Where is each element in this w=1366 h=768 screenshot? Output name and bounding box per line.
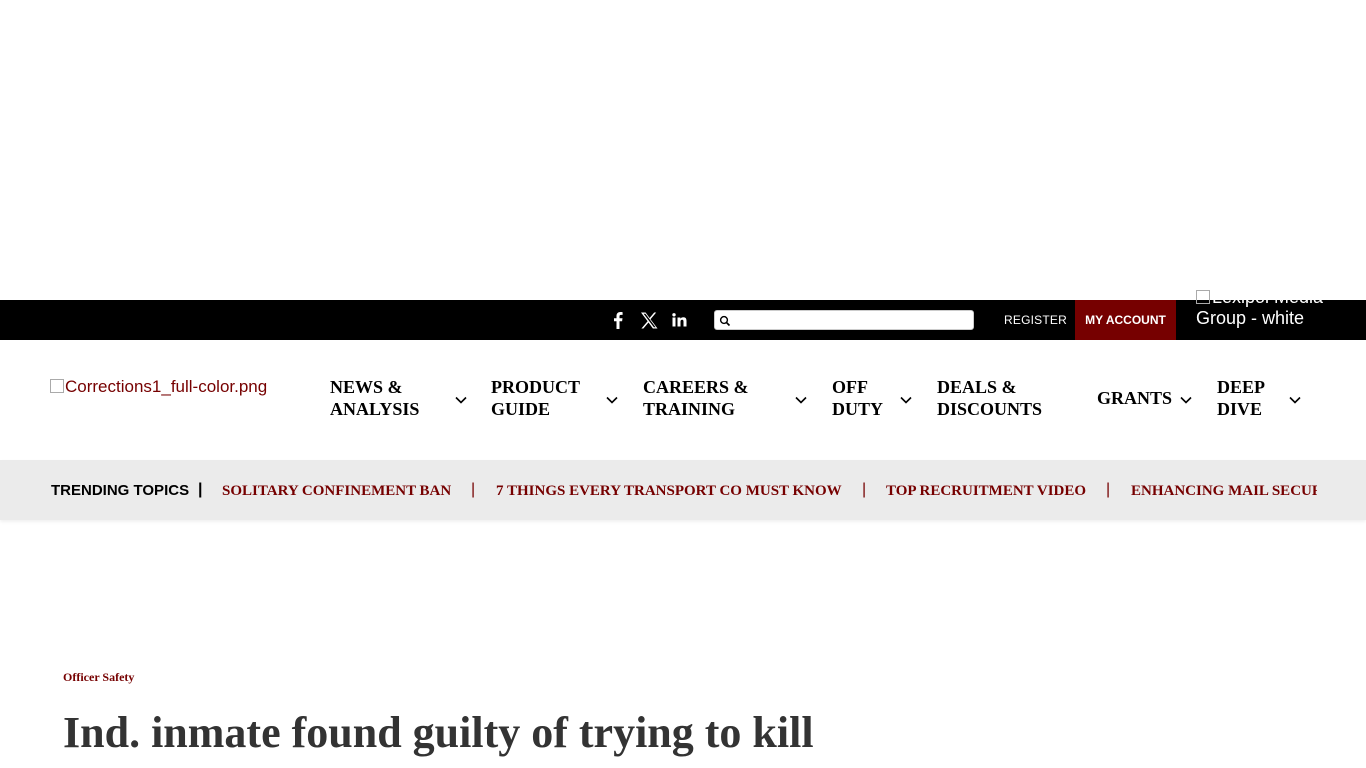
lexipol-logo-alt-text: Lexipol Media Group - white [1196, 287, 1324, 328]
chevron-down-icon[interactable] [605, 394, 619, 406]
chevron-down-icon[interactable] [899, 394, 913, 406]
trending-topics-list: TRENDING TOPICS | SOLITARY CONFINEMENT B… [51, 460, 1317, 520]
nav-item-label: DISCOUNTS [937, 399, 1043, 419]
linkedin-icon[interactable] [669, 310, 689, 330]
chevron-down-icon[interactable] [454, 394, 468, 406]
trending-link[interactable]: ENHANCING MAIL SECURITY [1131, 483, 1317, 500]
chevron-down-icon[interactable] [794, 394, 808, 406]
chevron-down-icon[interactable] [1179, 394, 1193, 406]
separator: | [1106, 481, 1111, 498]
lexipol-media-group-logo[interactable]: Lexipol Media Group - white [1196, 287, 1336, 340]
separator: | [862, 481, 867, 498]
nav-item-careers-training[interactable]: CAREERS & TRAINING [643, 376, 749, 420]
broken-image-icon [1196, 290, 1210, 304]
trending-link[interactable]: 7 THINGS EVERY TRANSPORT CO MUST KNOW [496, 483, 842, 500]
nav-item-deep-dive[interactable]: DEEP DIVE [1217, 376, 1265, 420]
register-link[interactable]: REGISTER [1004, 300, 1067, 340]
nav-item-label: ANALYSIS [330, 399, 420, 419]
trending-link[interactable]: TOP RECRUITMENT VIDEO [886, 483, 1086, 500]
article-headline: Ind. inmate found guilty of trying to ki… [63, 708, 814, 757]
search-icon [719, 314, 731, 327]
nav-item-off-duty[interactable]: OFF DUTY [832, 376, 883, 420]
nav-item-product-guide[interactable]: PRODUCT GUIDE [491, 376, 580, 420]
nav-item-label: CAREERS & [643, 377, 749, 397]
site-logo-alt-text: Corrections1_full-color.png [65, 377, 268, 396]
trending-topics-label: TRENDING TOPICS [51, 482, 190, 499]
trending-link[interactable]: SOLITARY CONFINEMENT BAN [222, 483, 451, 500]
nav-item-label: TRAINING [643, 399, 736, 419]
nav-item-label: DEEP [1217, 377, 1266, 397]
article-category-link[interactable]: Officer Safety [63, 670, 134, 685]
facebook-icon[interactable] [608, 310, 628, 330]
my-account-button[interactable]: MY ACCOUNT [1075, 300, 1176, 340]
site-logo[interactable]: Corrections1_full-color.png [50, 377, 267, 397]
nav-item-grants[interactable]: GRANTS [1097, 387, 1172, 409]
nav-item-label: GUIDE [491, 399, 551, 419]
nav-item-label: DUTY [832, 399, 884, 419]
chevron-down-icon[interactable] [1288, 394, 1302, 406]
broken-image-icon [50, 379, 64, 393]
separator: | [471, 481, 476, 498]
nav-item-deals-discounts[interactable]: DEALS & DISCOUNTS [937, 376, 1042, 420]
x-twitter-icon[interactable] [639, 310, 659, 330]
nav-item-label: OFF [832, 377, 868, 397]
nav-item-news-analysis[interactable]: NEWS & ANALYSIS [330, 376, 419, 420]
search-input[interactable] [735, 312, 969, 328]
separator: | [198, 481, 203, 498]
nav-item-label: GRANTS [1097, 388, 1173, 408]
nav-item-label: DEALS & [937, 377, 1017, 397]
ad-space [0, 0, 1366, 300]
search-box[interactable] [714, 310, 974, 330]
nav-item-label: NEWS & [330, 377, 403, 397]
nav-item-label: DIVE [1217, 399, 1263, 419]
nav-item-label: PRODUCT [491, 377, 580, 397]
